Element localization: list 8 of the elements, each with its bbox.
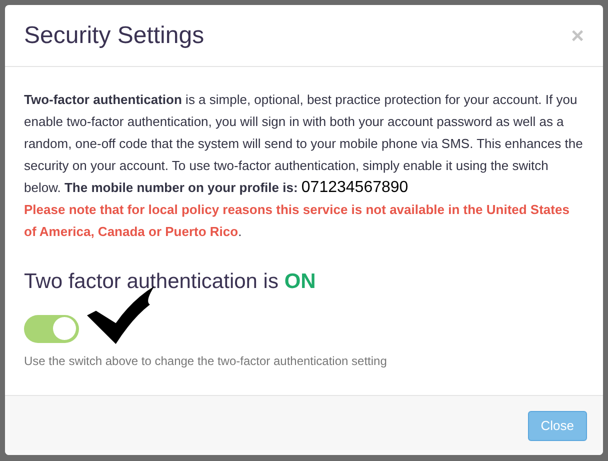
toggle-switch[interactable] — [24, 314, 79, 342]
hint-text: Use the switch above to change the two-factor authentication setting — [24, 352, 388, 370]
status-heading: Two factor authentication is — [24, 270, 278, 293]
warning-text: Please note that for local policy reasons this service is not available in the United States of America, Canada or Puerto Rico. — [24, 201, 570, 241]
intro-paragraph: Two-factor authentication is a simple, optional, best practice protection for your account. If you enable two-factor authentication, you will sign in with both your account password as well as a random, one-off code that the system will send to your mobile phone via SMS. This enhances the security on your account. To use two-factor authentication, simply enable it using the switch below. The mobile number on your profile is: 071234567890 — [24, 91, 584, 198]
dialog-title: Security Settings — [24, 20, 204, 50]
status-value: ON — [284, 270, 316, 293]
close-button[interactable]: Close — [528, 410, 587, 440]
